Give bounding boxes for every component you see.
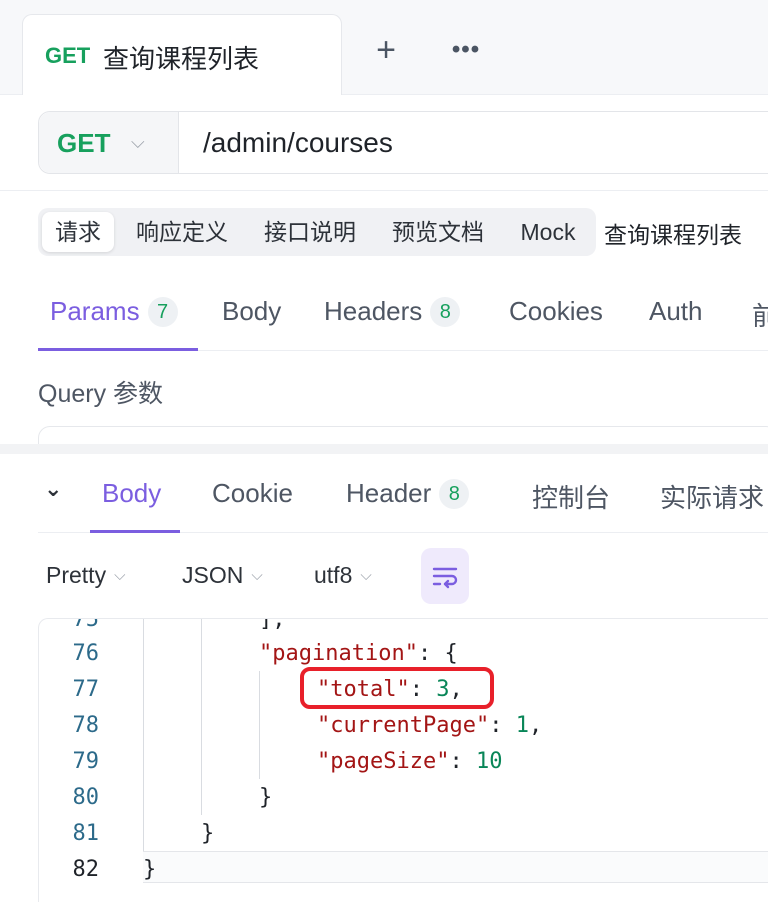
tab-console[interactable]: 控制台 [532, 478, 610, 515]
indent-guide [143, 619, 144, 851]
tab-response-cookie-label: Cookie [212, 478, 293, 508]
line-number: 79 [72, 749, 100, 774]
code-line: "pageSize": 10 [317, 749, 503, 774]
divider [0, 190, 768, 191]
tab-console-label: 控制台 [532, 483, 611, 513]
tab-actual-request-label: 实际请求 [660, 483, 765, 513]
request-tab-title: 查询课程列表 [103, 44, 260, 74]
encoding-value: utf8 [314, 562, 353, 588]
url-bar: GET ⌵ /admin/courses [38, 111, 768, 174]
line-number: 82 [72, 857, 100, 882]
json-number: 10 [475, 749, 503, 774]
current-line-highlight [143, 851, 768, 883]
tab-response-header[interactable]: Header 8 [346, 478, 470, 509]
doc-title: 查询课程列表 [604, 222, 742, 248]
panel-splitter[interactable] [0, 444, 768, 454]
tab-body[interactable]: Body [222, 296, 281, 327]
encoding-select[interactable]: utf8 ⌵ [314, 562, 372, 589]
json-number: 1 [515, 713, 529, 738]
tab-params[interactable]: Params 7 [50, 296, 178, 327]
tab-auth[interactable]: Auth [649, 296, 703, 327]
indent-guide [201, 619, 202, 815]
json-response-viewer[interactable]: 75 76 77 78 79 80 81 82 ], "pagination":… [38, 618, 768, 902]
tab-auth-label: Auth [649, 296, 703, 326]
line-number: 76 [72, 641, 100, 666]
tab-cookies-label: Cookies [509, 296, 603, 326]
params-count-badge: 7 [147, 297, 178, 327]
tab-response-body[interactable]: Body [102, 478, 161, 509]
line-number: 78 [72, 713, 100, 738]
word-wrap-icon [432, 567, 458, 589]
request-tab-method: GET [45, 43, 91, 68]
doc-tabs: 请求 响应定义 接口说明 预览文档 Mock [38, 208, 596, 256]
tab-actual-request[interactable]: 实际请求 [660, 478, 764, 515]
view-mode-value: Pretty [46, 562, 107, 588]
chevron-down-icon: ⌵ [360, 567, 372, 584]
view-mode-select[interactable]: Pretty ⌵ [46, 562, 125, 589]
more-icon[interactable]: ••• [446, 30, 486, 70]
code-line: } [259, 785, 273, 810]
url-input[interactable]: /admin/courses [203, 127, 393, 159]
tab-pre-script-label: 前 [752, 301, 768, 331]
json-key: "pageSize" [317, 749, 450, 774]
response-header-count-badge: 8 [439, 479, 470, 509]
tab-pre-script[interactable]: 前 [752, 296, 768, 333]
tab-request[interactable]: 请求 [42, 212, 114, 252]
code-line: } [201, 821, 215, 846]
chevron-down-icon: ⌵ [114, 567, 126, 584]
word-wrap-button[interactable] [421, 548, 469, 604]
add-tab-icon[interactable]: + [366, 30, 406, 70]
chevron-down-icon: ⌵ [131, 132, 145, 152]
highlight-annotation-box [300, 667, 494, 709]
response-active-tab-indicator [90, 530, 180, 533]
code-line: } [143, 857, 157, 882]
line-number: 75 [72, 618, 100, 632]
line-number: 77 [72, 677, 100, 702]
tab-params-label: Params [50, 296, 140, 326]
code-line: "currentPage": 1, [317, 713, 543, 738]
tab-mock[interactable]: Mock [508, 212, 588, 252]
tab-body-label: Body [222, 296, 282, 326]
headers-count-badge: 8 [430, 297, 461, 327]
line-number: 80 [72, 785, 100, 810]
method-select[interactable]: GET ⌵ [39, 112, 179, 173]
tab-response-cookie[interactable]: Cookie [212, 478, 293, 509]
format-value: JSON [182, 562, 244, 588]
json-punct: : { [417, 641, 458, 666]
collapse-chevron-icon[interactable]: ⌄ [44, 476, 62, 502]
tab-cookies[interactable]: Cookies [509, 296, 603, 327]
json-key: "pagination" [259, 641, 418, 666]
tab-response-header-label: Header [346, 478, 432, 508]
tab-response-body-label: Body [102, 478, 162, 508]
code-line: "pagination": { [259, 641, 458, 666]
tab-headers[interactable]: Headers 8 [324, 296, 461, 327]
query-params-label: Query 参数 [38, 380, 164, 408]
format-select[interactable]: JSON ⌵ [182, 562, 263, 589]
indent-guide [259, 671, 260, 779]
json-key: "currentPage" [317, 713, 490, 738]
tab-headers-label: Headers [324, 296, 423, 326]
tab-api-description[interactable]: 接口说明 [252, 212, 368, 252]
active-tab-indicator [38, 348, 198, 351]
chevron-down-icon: ⌵ [251, 567, 263, 584]
request-tab[interactable]: GET 查询课程列表 [22, 14, 342, 95]
request-tab-bar: GET 查询课程列表 + ••• [0, 0, 768, 95]
method-value: GET [57, 128, 111, 158]
tab-response-definition[interactable]: 响应定义 [124, 212, 240, 252]
tab-preview-doc[interactable]: 预览文档 [380, 212, 496, 252]
code-line: ], [259, 618, 286, 632]
line-number: 81 [72, 821, 100, 846]
